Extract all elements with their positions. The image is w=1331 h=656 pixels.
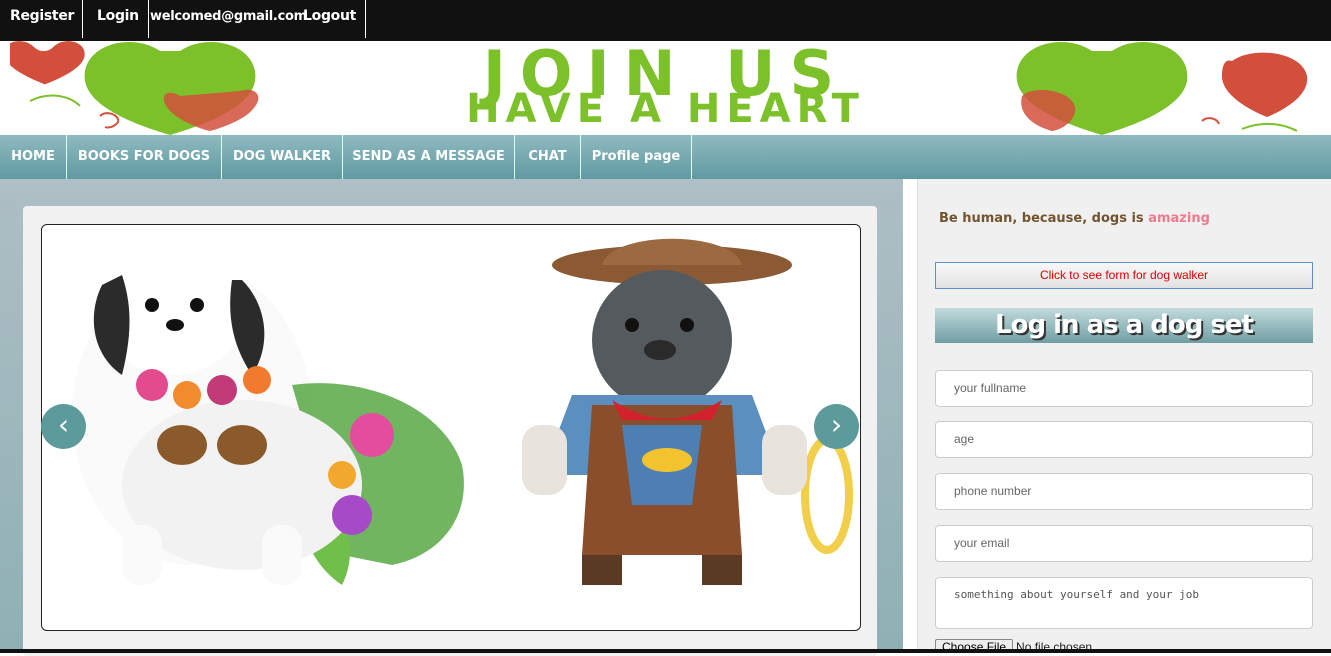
slider-prev-button[interactable]: ‹ — [41, 404, 86, 449]
logout-link[interactable]: Logout — [293, 0, 366, 38]
dog-photo-right — [522, 238, 853, 585]
phone-field[interactable]: phone number — [935, 473, 1313, 510]
dog-walker-form-button[interactable]: Click to see form for dog walker — [935, 262, 1313, 289]
main-nav: HOME BOOKS FOR DOGS DOG WALKER SEND AS A… — [0, 135, 1331, 179]
nav-books-for-dogs[interactable]: BOOKS FOR DOGS — [67, 135, 222, 179]
nav-dog-walker[interactable]: DOG WALKER — [222, 135, 343, 179]
nav-profile-page[interactable]: Profile page — [581, 135, 692, 179]
slider-next-button[interactable]: › — [814, 404, 859, 449]
top-bar: Register Login welcomed@gmail.com Logout — [0, 0, 1331, 41]
dog-photo-left — [72, 235, 464, 585]
user-email: welcomed@gmail.com — [150, 9, 307, 24]
nav-home[interactable]: HOME — [0, 135, 67, 179]
fullname-field[interactable]: your fullname — [935, 370, 1313, 407]
nav-chat[interactable]: CHAT — [515, 135, 581, 179]
hearts-right-icon — [1016, 42, 1308, 135]
bottom-bar — [0, 649, 1331, 653]
form-title: Log in as a dog set — [935, 308, 1313, 343]
tagline-accent: amazing — [1148, 211, 1210, 226]
age-field[interactable]: age — [935, 421, 1313, 458]
about-textarea[interactable]: something about yourself and your job — [935, 577, 1313, 629]
tagline-text: Be human, because, dogs is — [939, 211, 1144, 226]
nav-send-message[interactable]: SEND AS A MESSAGE — [343, 135, 515, 179]
login-link[interactable]: Login — [82, 0, 149, 38]
tagline: Be human, because, dogs is amazing — [939, 211, 1210, 226]
register-link[interactable]: Register — [10, 0, 74, 38]
email-field[interactable]: your email — [935, 525, 1313, 562]
banner: JOIN US HAVE A HEART — [0, 41, 1331, 135]
image-slider — [41, 224, 861, 631]
